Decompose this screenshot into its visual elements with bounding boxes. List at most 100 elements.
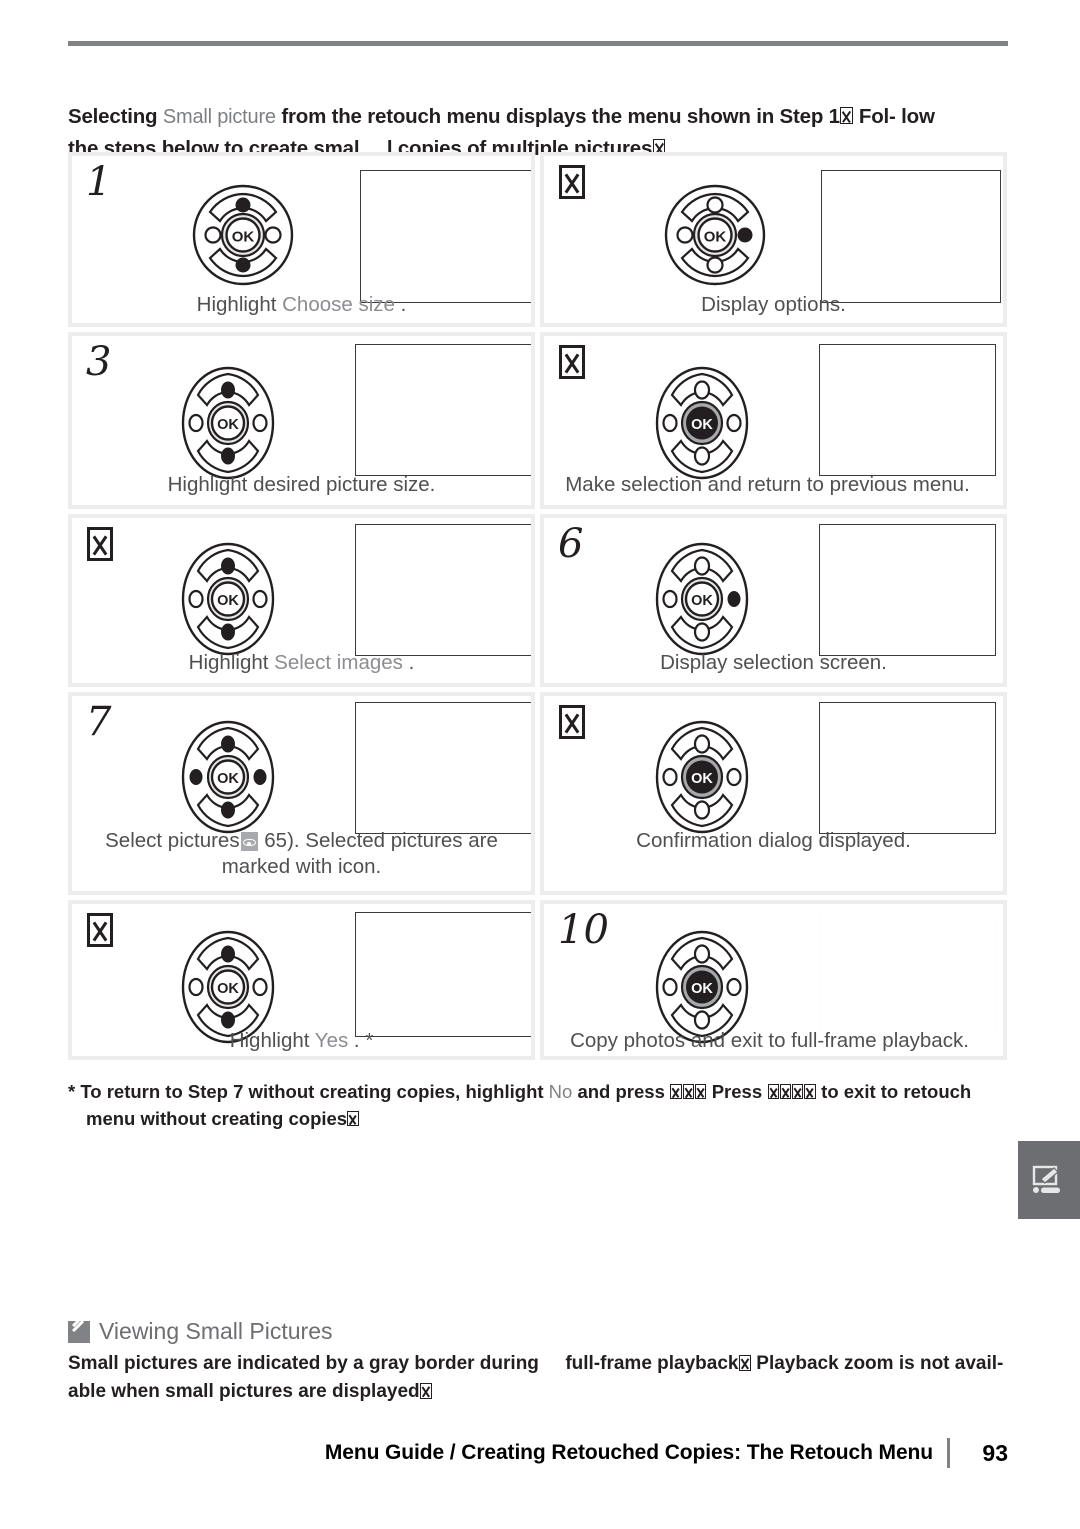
- page-footer: Menu Guide / Creating Retouched Copies: …: [68, 1438, 1008, 1468]
- note-heading: Viewing Small Pictures: [68, 1318, 1008, 1345]
- screen-preview-placeholder: [821, 170, 1001, 303]
- screen-preview-placeholder: [355, 344, 531, 476]
- step-cell-2: OK Display options.: [540, 152, 1007, 327]
- intro-before-term: Selecting: [68, 104, 163, 128]
- screen-preview-placeholder: [360, 170, 531, 303]
- multi-selector-icon: OK: [178, 364, 278, 482]
- svg-text:OK: OK: [232, 229, 255, 246]
- svg-text:OK: OK: [691, 417, 713, 433]
- step-row: OK Highlight Yes . * 10 OK Copy photos a…: [68, 900, 1008, 1060]
- retouch-menu-icon: [1032, 1165, 1060, 1193]
- note-section: Viewing Small Pictures Small pictures ar…: [68, 1318, 1008, 1406]
- caption-menu-term: Choose size: [282, 293, 395, 316]
- svg-text:OK: OK: [217, 771, 239, 787]
- multi-selector-icon: OK: [652, 540, 752, 658]
- step-row: OK Highlight Select images . 6 OK Displa…: [68, 514, 1008, 687]
- caption-text: .: [402, 651, 415, 674]
- footnote-line-1: * To return to Step 7 without creating c…: [68, 1078, 1008, 1105]
- note-text: able when small pictures are displayed: [68, 1381, 420, 1402]
- note-text: full-frame playback: [565, 1353, 739, 1374]
- step-number: 1: [86, 159, 112, 205]
- step-caption: Make selection and return to previous me…: [565, 473, 970, 496]
- caption-menu-term: Select images: [274, 651, 403, 674]
- caption-text: Select pictures: [105, 829, 240, 852]
- footnote-line-2: menu without creating copies: [68, 1105, 1008, 1132]
- svg-text:OK: OK: [704, 229, 727, 246]
- footnote-text: to exit to retouch: [816, 1081, 972, 1102]
- footnote: * To return to Step 7 without creating c…: [68, 1078, 1008, 1132]
- note-text: Playback zoom is not avail-: [751, 1353, 1004, 1374]
- step-row: 1 OK Highlight Choose size . OK Display …: [68, 152, 1008, 327]
- step-caption: Display options.: [701, 293, 846, 316]
- footer-breadcrumb: Menu Guide / Creating Retouched Copies: …: [324, 1441, 933, 1464]
- screen-preview-placeholder: [819, 912, 996, 1037]
- step-caption: Highlight Yes . *: [72, 1028, 531, 1054]
- view-icon: [240, 832, 258, 851]
- svg-text:OK: OK: [217, 417, 239, 433]
- missing-glyph-box-icon: [694, 1084, 707, 1100]
- caption-text: Highlight: [188, 651, 275, 674]
- missing-glyph-box-icon: [86, 527, 113, 561]
- caption-menu-term: Yes: [314, 1029, 349, 1052]
- intro-line1-end: Fol-: [853, 104, 896, 128]
- screen-preview-placeholder: [355, 912, 531, 1037]
- step-cell-7: 7 OK Select pictures 65). Selected pictu…: [68, 692, 535, 895]
- step-cell-10: 10 OK Copy photos and exit to full-frame…: [540, 900, 1007, 1060]
- screen-preview-placeholder: [819, 702, 996, 834]
- multi-selector-icon: OK: [178, 540, 278, 658]
- step-row: 7 OK Select pictures 65). Selected pictu…: [68, 692, 1008, 895]
- step-number: [86, 910, 114, 950]
- footnote-text: * To return to Step 7 without creating c…: [68, 1081, 549, 1102]
- missing-glyph-box-icon: [792, 1084, 804, 1100]
- missing-glyph-box-icon: [804, 1084, 816, 1100]
- missing-glyph-box-icon: [558, 345, 585, 379]
- svg-text:OK: OK: [217, 593, 239, 609]
- screen-preview-placeholder: [355, 524, 531, 656]
- section-side-tab[interactable]: [1018, 1141, 1080, 1219]
- step-row: 3 OK Highlight desired picture size. OK …: [68, 332, 1008, 509]
- step-number: [558, 162, 586, 202]
- step-number: 6: [558, 521, 584, 567]
- note-body: Small pictures are indicated by a gray b…: [68, 1350, 1008, 1406]
- multi-selector-icon: OK: [178, 718, 278, 836]
- step-cell-3: 3 OK Highlight desired picture size.: [68, 332, 535, 509]
- step-number: [558, 702, 586, 742]
- step-number: 3: [86, 339, 112, 385]
- step-cell-9: OK Highlight Yes . *: [68, 900, 535, 1060]
- step-caption-line-2: marked with icon.: [221, 855, 382, 878]
- footnote-menu-term-no: No: [548, 1081, 573, 1102]
- note-text: Small pictures are indicated by a gray b…: [68, 1353, 545, 1374]
- caption-text: .: [394, 293, 407, 316]
- missing-glyph-box-icon: [558, 705, 585, 739]
- step-cell-1: 1 OK Highlight Choose size .: [68, 152, 535, 327]
- multi-selector-icon: OK: [662, 182, 768, 288]
- step-caption: Copy photos and exit to full-frame playb…: [570, 1029, 969, 1052]
- step-cell-4: OK Make selection and return to previous…: [540, 332, 1007, 509]
- multi-selector-icon: OK: [190, 182, 296, 288]
- step-caption-line-1: Select pictures 65). Selected pictures a…: [72, 828, 531, 854]
- pencil-icon: [68, 1320, 90, 1343]
- missing-glyph-box-icon: [670, 1084, 682, 1100]
- step-caption: Highlight Choose size .: [72, 292, 531, 318]
- step-number: [558, 342, 586, 382]
- caption-text: Highlight: [229, 1029, 315, 1052]
- step-cell-8: OK Confirmation dialog displayed.: [540, 692, 1007, 895]
- footer-divider: [947, 1438, 950, 1468]
- step-caption: Highlight Select images .: [72, 650, 531, 676]
- svg-text:OK: OK: [691, 981, 713, 997]
- caption-text: . *: [348, 1029, 374, 1052]
- missing-glyph-box-icon: [682, 1084, 695, 1100]
- missing-glyph-box-icon: [420, 1382, 432, 1399]
- missing-glyph-box-icon: [840, 107, 853, 125]
- footnote-text: Press: [706, 1081, 768, 1102]
- screen-preview-placeholder: [355, 702, 531, 834]
- intro-after-term: from the retouch menu displays the menu …: [275, 104, 840, 128]
- footnote-text: menu without creating copies: [86, 1108, 348, 1129]
- step-number: [86, 524, 114, 564]
- note-heading-text: Viewing Small Pictures: [99, 1318, 333, 1344]
- page-top-rule: [68, 41, 1008, 46]
- caption-text: Highlight: [196, 293, 283, 316]
- step-number: 10: [558, 907, 609, 953]
- missing-glyph-box-icon: [558, 165, 585, 199]
- step-caption: Confirmation dialog displayed.: [636, 829, 911, 852]
